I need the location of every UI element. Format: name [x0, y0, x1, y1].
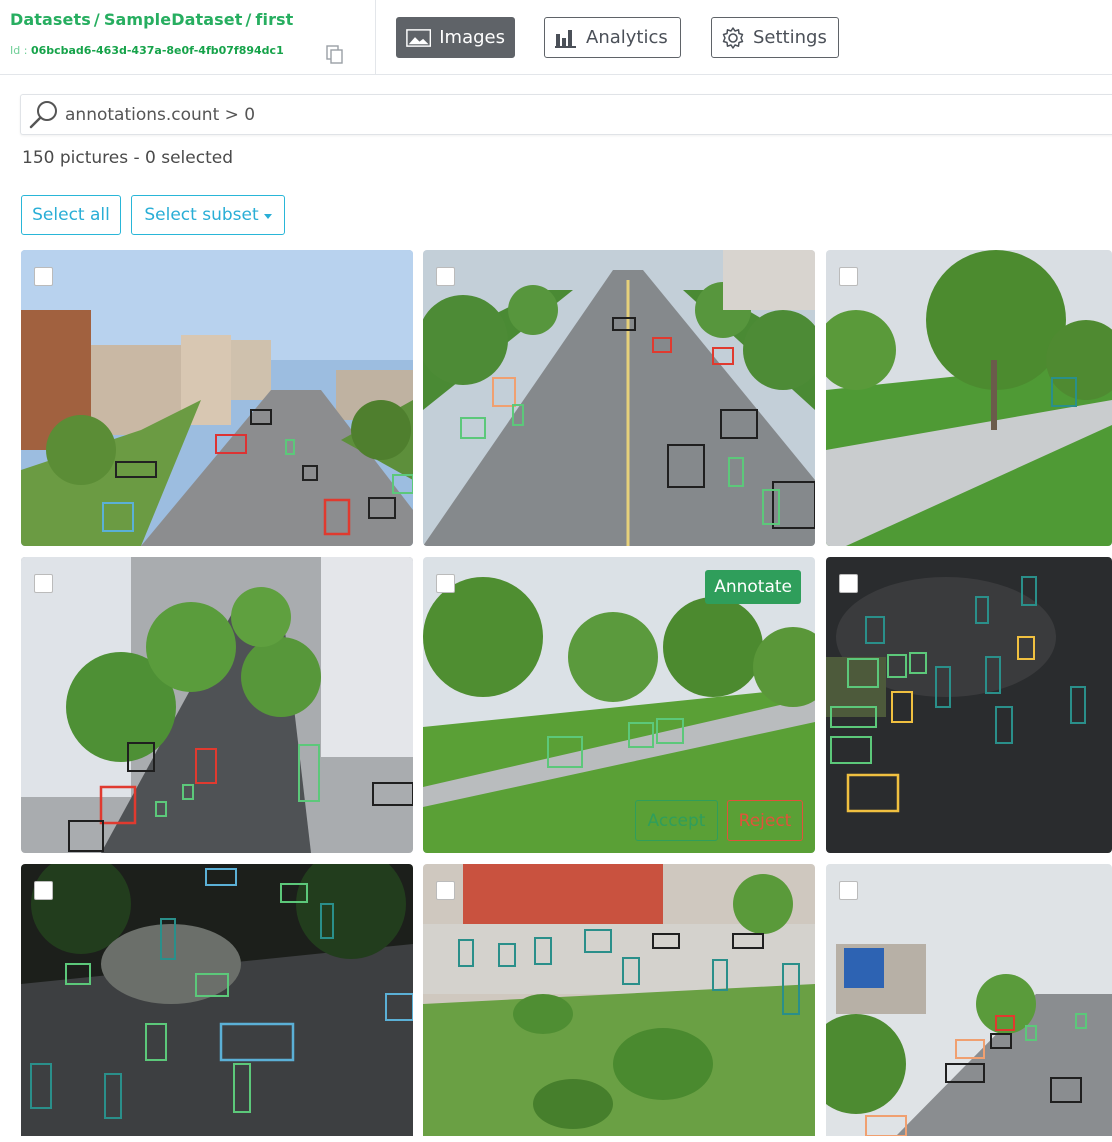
image-thumbnail	[21, 557, 413, 853]
image-tile-hovered[interactable]: Annotate Accept Reject	[423, 557, 815, 853]
breadcrumb-separator: /	[245, 10, 252, 29]
image-tile[interactable]	[423, 250, 815, 546]
breadcrumb: Datasets / SampleDataset / first	[10, 10, 293, 29]
image-thumbnail	[826, 864, 1112, 1136]
annotate-button[interactable]: Annotate	[705, 570, 801, 604]
tile-checkbox[interactable]	[839, 881, 858, 900]
bar-chart-icon	[555, 29, 576, 48]
nav-analytics-button[interactable]: Analytics	[544, 17, 681, 58]
copy-icon[interactable]	[326, 45, 344, 65]
nav-settings-label: Settings	[753, 27, 827, 48]
tile-checkbox[interactable]	[839, 267, 858, 286]
dataset-id-value: 06bcbad6-463d-437a-8e0f-4fb07f894dc1	[30, 44, 284, 57]
nav-images-label: Images	[439, 27, 505, 48]
breadcrumb-dataset[interactable]: SampleDataset	[104, 10, 243, 29]
breadcrumb-item: first	[255, 10, 294, 29]
selection-summary: 150 pictures - 0 selected	[22, 148, 234, 168]
reject-button[interactable]: Reject	[727, 800, 803, 841]
image-thumbnail	[423, 864, 815, 1136]
nav-images-button[interactable]: Images	[396, 17, 515, 58]
select-all-button[interactable]: Select all	[21, 195, 121, 235]
tile-checkbox[interactable]	[436, 881, 455, 900]
tile-checkbox[interactable]	[34, 574, 53, 593]
image-tile[interactable]	[826, 557, 1112, 853]
image-tile[interactable]	[21, 250, 413, 546]
accept-label: Accept	[647, 810, 706, 831]
image-tile[interactable]	[21, 557, 413, 853]
reject-label: Reject	[738, 810, 792, 831]
dataset-id-label: Id :	[10, 44, 28, 57]
tile-checkbox[interactable]	[436, 267, 455, 286]
select-all-label: Select all	[32, 205, 110, 225]
image-thumbnail	[423, 250, 815, 546]
tile-checkbox[interactable]	[34, 267, 53, 286]
gear-icon	[722, 26, 744, 49]
search-input[interactable]	[65, 104, 965, 125]
chevron-down-icon	[263, 213, 272, 219]
tile-checkbox[interactable]	[34, 881, 53, 900]
image-thumbnail	[21, 864, 413, 1136]
search-icon	[29, 100, 57, 128]
tile-checkbox[interactable]	[436, 574, 455, 593]
image-thumbnail	[826, 250, 1112, 546]
top-header: Datasets / SampleDataset / first Id : 06bcba…	[0, 0, 1112, 75]
image-tile[interactable]	[423, 864, 815, 1142]
tile-checkbox[interactable]	[839, 574, 858, 593]
image-tile[interactable]	[826, 864, 1112, 1142]
select-subset-label: Select subset	[144, 205, 259, 225]
image-thumbnail	[826, 557, 1112, 853]
breadcrumb-separator: /	[93, 10, 100, 29]
accept-button[interactable]: Accept	[635, 800, 718, 841]
dataset-id: Id : 06bcbad6-463d-437a-8e0f-4fb07f894dc…	[10, 44, 284, 57]
breadcrumb-datasets[interactable]: Datasets	[10, 10, 91, 29]
image-tile[interactable]	[826, 250, 1112, 546]
nav-analytics-label: Analytics	[586, 27, 668, 48]
header-divider	[375, 0, 376, 75]
image-thumbnail	[21, 250, 413, 546]
select-subset-button[interactable]: Select subset	[131, 195, 285, 235]
search-bar[interactable]	[20, 94, 1112, 135]
annotate-label: Annotate	[714, 577, 792, 597]
nav-settings-button[interactable]: Settings	[711, 17, 839, 58]
image-icon	[406, 28, 432, 47]
image-tile[interactable]	[21, 864, 413, 1142]
